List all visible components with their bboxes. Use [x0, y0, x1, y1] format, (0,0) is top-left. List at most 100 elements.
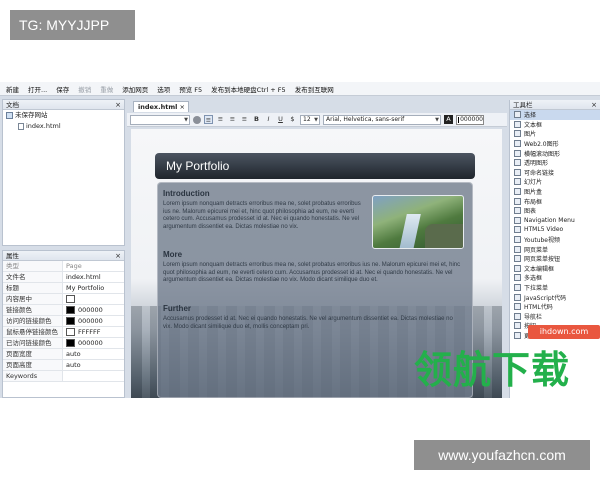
section-title-further: Further: [163, 304, 191, 313]
color-swatch[interactable]: [66, 317, 75, 325]
toolbox-item[interactable]: 下拉菜单: [510, 283, 600, 293]
toolbox-item[interactable]: 幻灯片: [510, 177, 600, 187]
property-value[interactable]: 000000: [63, 338, 124, 348]
tool-icon: [514, 197, 521, 205]
align-right-button[interactable]: ≡: [228, 115, 237, 124]
toolbox-item[interactable]: 文本编辑框: [510, 264, 600, 274]
toolbox-item[interactable]: HTML代码: [510, 302, 600, 312]
waterfall-image[interactable]: [372, 195, 464, 249]
page-header[interactable]: My Portfolio: [155, 153, 475, 179]
color-swatch[interactable]: [66, 306, 75, 314]
property-value-text: FFFFFF: [78, 328, 101, 336]
italic-button[interactable]: I: [264, 115, 273, 124]
property-row[interactable]: 页面宽度 auto: [3, 349, 124, 360]
toolbox-item[interactable]: Web2.0图形: [510, 139, 600, 149]
tg-badge: TG: MYYJJPP: [10, 10, 135, 40]
toolbox-item[interactable]: 文本框: [510, 120, 600, 130]
toolbar-item[interactable]: 保存: [56, 84, 69, 94]
close-icon[interactable]: ×: [591, 100, 597, 110]
property-row[interactable]: 链接颜色 000000: [3, 305, 124, 316]
format-toolbar: ▼ ≡ ≡ ≡ ≡ B I U $ 12 ▼ Arial, Helvetica,…: [127, 113, 507, 127]
property-value[interactable]: My Portfolio: [63, 283, 124, 293]
close-icon[interactable]: ×: [180, 102, 185, 112]
property-value[interactable]: FFFFFF: [63, 327, 124, 337]
property-value[interactable]: 000000: [63, 316, 124, 326]
property-value[interactable]: auto: [63, 349, 124, 359]
properties-panel-title: 属性: [6, 252, 19, 260]
toolbox-item[interactable]: 多选框: [510, 273, 600, 283]
toolbox-item[interactable]: 网页菜单: [510, 244, 600, 254]
toolbox-item[interactable]: Navigation Menu: [510, 216, 600, 226]
tool-icon: [514, 120, 521, 128]
tool-icon: [514, 255, 521, 263]
font-size-value: 12: [303, 115, 311, 123]
property-row[interactable]: 标题 My Portfolio: [3, 283, 124, 294]
tool-icon: [514, 216, 521, 224]
bold-button[interactable]: B: [252, 115, 261, 124]
toolbar-item[interactable]: 重做: [100, 84, 113, 94]
toolbox-item[interactable]: 网页菜单按钮: [510, 254, 600, 264]
dollar-icon[interactable]: $: [288, 115, 297, 124]
toolbar-item[interactable]: 添加网页: [122, 84, 148, 94]
toolbox-item[interactable]: 透明图形: [510, 158, 600, 168]
property-row[interactable]: 文件名 index.html: [3, 272, 124, 283]
toolbox-item[interactable]: 布局框: [510, 196, 600, 206]
toolbox-item[interactable]: Youtube视频: [510, 235, 600, 245]
section-title-more: More: [163, 250, 183, 259]
font-size-select[interactable]: 12 ▼: [300, 114, 320, 125]
toolbox-item[interactable]: 图表: [510, 206, 600, 216]
toolbox-item[interactable]: 选择: [510, 110, 600, 120]
style-select[interactable]: ▼: [130, 114, 190, 125]
property-row[interactable]: 鼠标悬停链接颜色 FFFFFF: [3, 327, 124, 338]
property-row[interactable]: 访问的链接颜色 000000: [3, 316, 124, 327]
toolbar-item[interactable]: 新建: [6, 84, 19, 94]
toolbar-item[interactable]: 发布到互联网: [295, 84, 334, 94]
font-family-select[interactable]: Arial, Helvetica, sans-serif ▼: [323, 114, 441, 125]
close-icon[interactable]: ×: [115, 100, 121, 110]
toolbox-title: 工具栏: [513, 101, 533, 109]
color-swatch[interactable]: [66, 339, 75, 347]
align-center-button[interactable]: ≡: [216, 115, 225, 124]
toolbox-item[interactable]: 导航栏: [510, 311, 600, 321]
color-circle-icon[interactable]: [193, 115, 201, 124]
toolbar-item[interactable]: 预览 F5: [179, 84, 202, 94]
text-color-field[interactable]: 000000: [456, 114, 484, 125]
property-value[interactable]: [63, 294, 124, 304]
property-row[interactable]: Keywords: [3, 371, 124, 382]
tree-item-site[interactable]: 未保存网站: [3, 110, 124, 121]
section-title-intro: Introduction: [163, 189, 210, 198]
toolbox-item-label: HTML代码: [524, 304, 553, 312]
toolbox-item-label: 图片: [524, 131, 537, 139]
underline-button[interactable]: U: [276, 115, 285, 124]
property-row[interactable]: 内容居中: [3, 294, 124, 305]
toolbox-item[interactable]: 横幅滚动图形: [510, 148, 600, 158]
toolbox-item[interactable]: JavaScript代码: [510, 292, 600, 302]
tab-index-html[interactable]: index.html ×: [133, 101, 189, 112]
toolbox-item-label: 导航栏: [524, 313, 543, 321]
toolbar-item[interactable]: 选项: [157, 84, 170, 94]
property-value[interactable]: index.html: [63, 272, 124, 282]
property-key: Keywords: [3, 371, 63, 381]
toolbar-item[interactable]: 打开...: [28, 84, 47, 94]
align-left-button[interactable]: ≡: [204, 115, 213, 124]
text-color-icon[interactable]: A: [444, 115, 453, 124]
property-key: 标题: [3, 283, 63, 293]
property-key: 鼠标悬停链接颜色: [3, 327, 63, 337]
toolbox-item[interactable]: 图片盒: [510, 187, 600, 197]
color-swatch[interactable]: [66, 295, 75, 303]
toolbox-item[interactable]: HTML5 Video: [510, 225, 600, 235]
property-row[interactable]: 页面高度 auto: [3, 360, 124, 371]
close-icon[interactable]: ×: [115, 251, 121, 261]
toolbox-item-label: 选择: [524, 112, 537, 120]
toolbar-item[interactable]: 发布到本地硬盘Ctrl + F5: [211, 84, 286, 94]
toolbox-item[interactable]: 图片: [510, 129, 600, 139]
color-swatch[interactable]: [66, 328, 75, 336]
justify-button[interactable]: ≡: [240, 115, 249, 124]
property-row[interactable]: 已访问链接颜色 000000: [3, 338, 124, 349]
property-value[interactable]: [63, 371, 124, 381]
toolbar-item[interactable]: 撤销: [78, 84, 91, 94]
property-value[interactable]: auto: [63, 360, 124, 370]
property-value[interactable]: 000000: [63, 305, 124, 315]
toolbox-item[interactable]: 可命名链接: [510, 168, 600, 178]
tree-item-page[interactable]: index.html: [3, 121, 124, 132]
